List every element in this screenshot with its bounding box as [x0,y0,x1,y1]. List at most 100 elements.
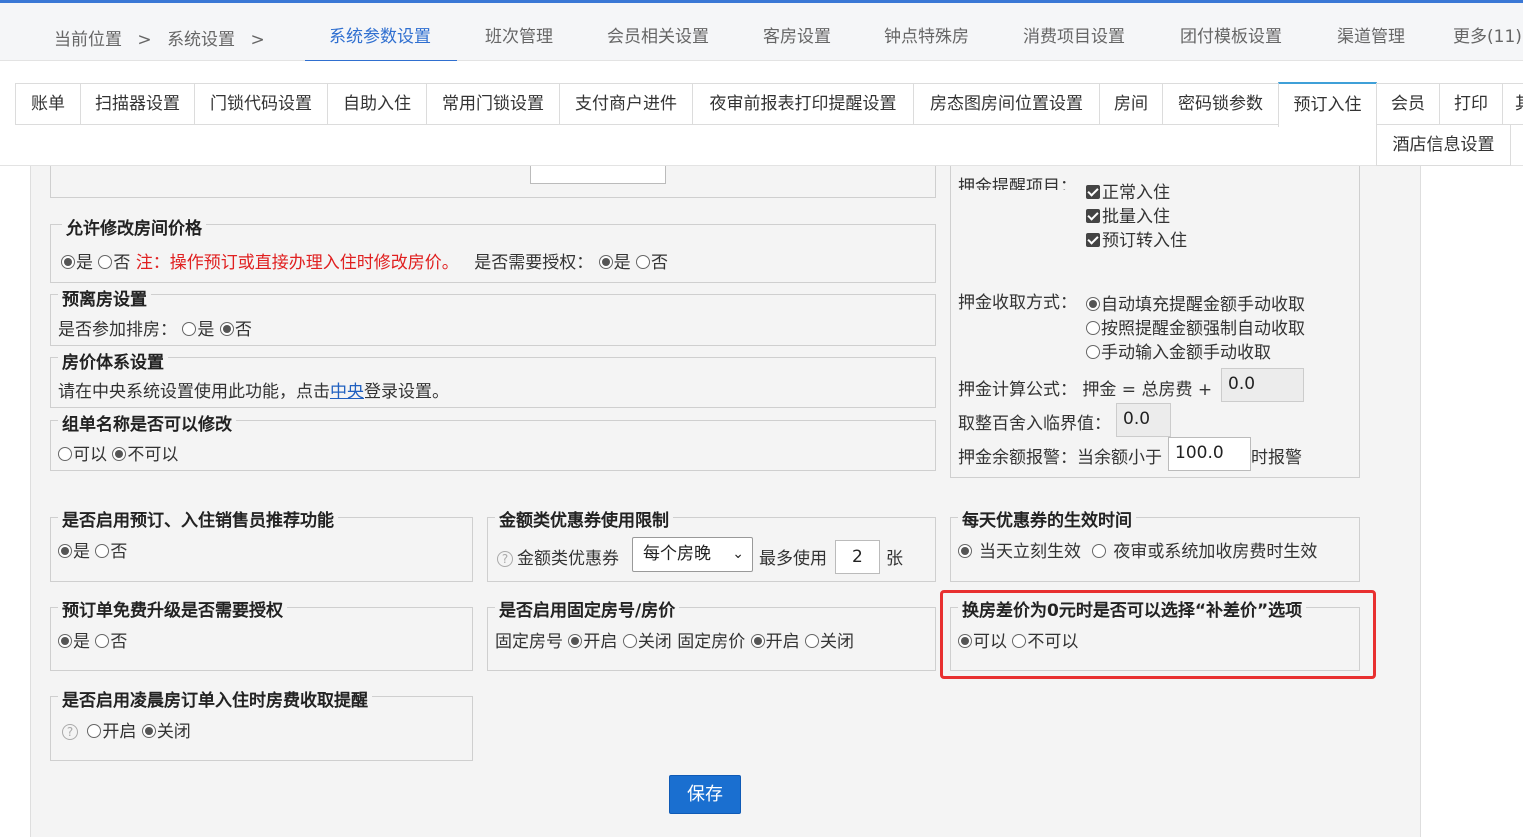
deposit-formula-input[interactable]: 0.0 [1221,368,1304,402]
check-normal-checkin[interactable] [1086,185,1100,199]
deposit-alarm-input[interactable]: 100.0 [1168,437,1251,471]
rounding-input[interactable]: 0.0 [1116,403,1171,437]
radio-fixed-price-on[interactable] [750,634,765,648]
subtab-payment-merchant[interactable]: 支付商户进件 [559,83,693,125]
coupon-per-select[interactable]: 每个房晚 ⌄ [632,537,753,572]
label-deposit-formula: 押金计算公式： [958,380,1077,400]
radio-upgrade-auth-no[interactable] [95,634,110,648]
radio-group-name-can[interactable] [58,447,72,461]
radio-group-name-cannot[interactable] [112,447,127,461]
row-pre-checkout: 是否参加排房： 是 否 [58,315,252,340]
tab-system-params[interactable]: 系统参数设置 [329,22,431,47]
label-yes: 是 [76,253,93,273]
label-collect-manual: 手动输入金额手动收取 [1101,343,1271,363]
row-coupon-time: 当天立刻生效 夜审或系统加收房费时生效 [958,537,1317,562]
subtab-common-lock[interactable]: 常用门锁设置 [426,83,560,125]
radio-modify-price-yes[interactable] [61,255,75,269]
radio-auth-yes[interactable] [598,255,613,269]
radio-collect-auto-fill[interactable] [1086,297,1100,311]
check-booking-to-checkin[interactable] [1086,233,1100,247]
tab-hourly-rooms[interactable]: 钟点特殊房 [884,22,969,47]
label-no: 否 [110,542,128,562]
save-button[interactable]: 保存 [669,775,741,814]
fieldset-scrolled-top [50,166,936,198]
coupon-count-input[interactable]: 2 [835,540,880,574]
label-deposit-remind: 押金提醒项目： [958,177,1077,190]
legend-early-morning: 是否启用凌晨房订单入住时房费收取提醒 [58,686,372,711]
subtab-room[interactable]: 房间 [1099,83,1163,125]
radio-upgrade-auth-yes[interactable] [58,634,72,648]
subtab-room-map-position[interactable]: 房态图房间位置设置 [913,83,1100,125]
label-collect-force-auto: 按照提醒金额强制自动收取 [1101,319,1305,339]
subtab-self-checkin[interactable]: 自助入住 [327,83,427,125]
subtab-lock-code[interactable]: 门锁代码设置 [194,83,328,125]
tab-more[interactable]: 更多(11) [1453,22,1522,47]
help-icon[interactable]: ? [62,724,78,740]
breadcrumb-separator: > [137,30,152,50]
subtab-member[interactable]: 会员 [1376,83,1440,125]
legend-group-name: 组单名称是否可以修改 [58,410,236,435]
legend-modify-room-price: 允许修改房间价格 [62,214,206,239]
highlight-box [940,590,1376,679]
tab-shift-management[interactable]: 班次管理 [485,22,553,47]
breadcrumb-system-settings[interactable]: 系统设置 [167,30,235,50]
label-rounding: 取整百舍入临界值： [958,414,1111,434]
legend-coupon-time: 每天优惠券的生效时间 [958,506,1136,531]
tab-consumption-items[interactable]: 消费项目设置 [1023,22,1125,47]
subtab-night-audit-print[interactable]: 夜审前报表打印提醒设置 [692,83,914,125]
scrolled-input[interactable] [530,166,666,184]
radio-pre-checkout-yes[interactable] [182,322,197,336]
price-system-text-end: 登录设置。 [364,382,449,402]
radio-fixed-room-on[interactable] [568,634,583,648]
radio-collect-force-auto[interactable] [1086,321,1100,335]
collect-option-3-row: 手动输入金额手动收取 [1086,338,1271,363]
label-normal-checkin: 正常入住 [1102,183,1170,203]
breadcrumb: 当前位置 > 系统设置 > [54,25,275,50]
legend-coupon-limit: 金额类优惠券使用限制 [495,506,673,531]
radio-auth-no[interactable] [636,255,651,269]
subtab-password-lock[interactable]: 密码锁参数 [1162,83,1279,125]
central-link[interactable]: 中央 [330,382,364,402]
check-batch-checkin[interactable] [1086,209,1100,223]
collect-option-2-row: 按照提醒金额强制自动收取 [1086,314,1305,339]
tab-member-settings[interactable]: 会员相关设置 [607,22,709,47]
label-can: 可以 [73,445,107,465]
label-booking-to-checkin: 预订转入住 [1102,231,1187,251]
label-on: 开启 [583,632,618,652]
label-batch-checkin: 批量入住 [1102,207,1170,227]
tab-room-settings[interactable]: 客房设置 [763,22,831,47]
radio-fixed-room-off[interactable] [622,634,637,648]
subtab-other-truncated[interactable]: 其 [1502,83,1523,125]
label-alarm-suffix: 时报警 [1251,448,1302,468]
radio-salesman-no[interactable] [95,544,110,558]
radio-fixed-price-off[interactable] [805,634,820,648]
tab-group-templates[interactable]: 团付模板设置 [1180,22,1282,47]
radio-collect-manual[interactable] [1086,345,1100,359]
row-modify-room-price: 是 否 注：操作预订或直接办理入住时修改房价。 是否需要授权： 是 否 [61,248,668,273]
check-booking-checkin-row: 预订转入住 [1086,226,1187,251]
radio-salesman-yes[interactable] [58,544,72,558]
row-upgrade-auth: 是 否 [58,627,127,652]
coupon-per-select-value: 每个房晚 [643,544,711,564]
subtab-bill[interactable]: 账单 [15,83,81,125]
subtab-booking-checkin[interactable]: 预订入住 [1278,82,1377,127]
legend-upgrade-auth: 预订单免费升级是否需要授权 [58,596,287,621]
row-fixed-room: 固定房号 开启 关闭 固定房价 开启 关闭 [495,627,854,652]
subtab-print[interactable]: 打印 [1439,83,1503,125]
tab-channel-management[interactable]: 渠道管理 [1337,22,1405,47]
breadcrumb-separator: > [250,30,265,50]
label-no: 否 [651,253,669,273]
radio-early-morning-on[interactable] [87,724,102,738]
subtab-scanner[interactable]: 扫描器设置 [80,83,195,125]
radio-coupon-night-audit[interactable] [1092,544,1107,558]
label-need-auth: 是否需要授权： [474,253,594,273]
subtab-hotel-info[interactable]: 酒店信息设置 [1376,124,1511,166]
radio-coupon-immediate[interactable] [958,544,972,558]
radio-modify-price-no[interactable] [98,255,113,269]
label-no: 否 [110,632,128,652]
label-yes: 是 [613,253,631,273]
help-icon[interactable]: ? [497,551,513,567]
label-on: 开启 [765,632,800,652]
radio-early-morning-off[interactable] [141,724,156,738]
radio-pre-checkout-no[interactable] [219,322,234,336]
